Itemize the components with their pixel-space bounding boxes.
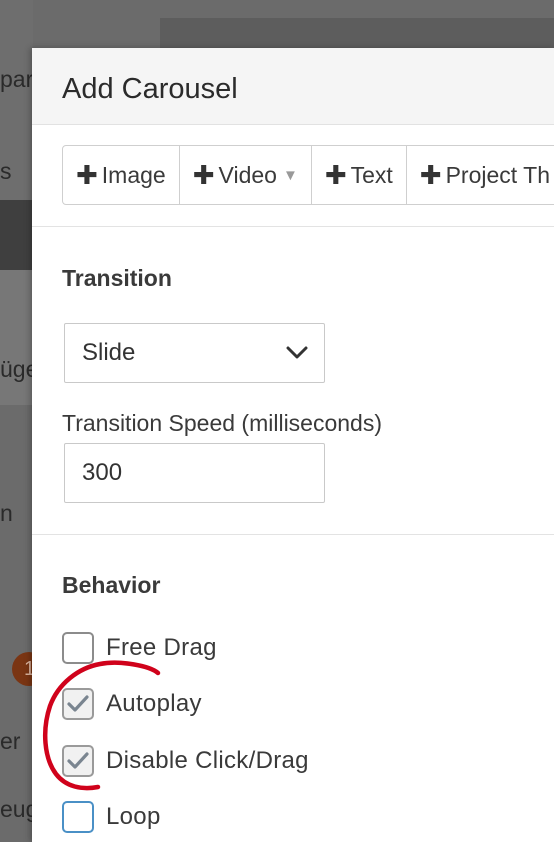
add-text-button[interactable]: ✚ Text [312, 146, 407, 204]
add-image-label: Image [101, 161, 166, 188]
free-drag-checkbox[interactable] [62, 632, 94, 664]
chevron-down-icon [286, 346, 308, 359]
transition-select[interactable]: Slide [64, 323, 325, 383]
transition-heading: Transition [62, 265, 172, 291]
transition-selected-value: Slide [82, 339, 136, 366]
background-topbar [160, 18, 554, 52]
free-drag-label: Free Drag [106, 634, 217, 661]
transition-speed-label: Transition Speed (milliseconds) [62, 410, 383, 436]
add-project-button[interactable]: ✚ Project Th [407, 146, 554, 204]
loop-option[interactable]: Loop [62, 801, 161, 833]
loop-checkbox[interactable] [62, 801, 94, 833]
background-text: n [0, 500, 13, 526]
plus-icon: ✚ [76, 159, 98, 190]
transition-speed-input[interactable]: 300 [64, 443, 325, 503]
add-project-label: Project Th [445, 161, 550, 188]
disable-click-drag-checkbox[interactable] [62, 745, 94, 777]
plus-icon: ✚ [324, 159, 347, 190]
background-text: er [0, 728, 21, 754]
disable-click-drag-option[interactable]: Disable Click/Drag [62, 745, 309, 777]
disable-click-drag-label: Disable Click/Drag [106, 747, 309, 774]
add-text-label: Text [350, 161, 393, 188]
add-video-button[interactable]: ✚ Video ▼ [180, 146, 312, 204]
modal-title: Add Carousel [62, 73, 238, 105]
background-text: s [0, 158, 12, 184]
loop-label: Loop [106, 803, 161, 830]
add-video-label: Video [218, 161, 277, 188]
section-divider [32, 226, 554, 227]
plus-icon: ✚ [419, 159, 442, 190]
checkmark-icon [67, 695, 89, 712]
background-text: üge [0, 356, 33, 382]
background-text: eug [0, 796, 33, 822]
behavior-heading: Behavior [62, 572, 161, 598]
background-panel-active [0, 200, 33, 270]
caret-down-icon[interactable]: ▼ [283, 167, 298, 184]
autoplay-checkbox[interactable] [62, 688, 94, 720]
free-drag-option[interactable]: Free Drag [62, 632, 217, 664]
background-text: par [0, 66, 33, 92]
background-panel [0, 270, 33, 405]
add-item-toolbar: ✚ Image ✚ Video ▼ ✚ Text ✚ Project Th [62, 145, 554, 205]
plus-icon: ✚ [192, 159, 215, 190]
autoplay-option[interactable]: Autoplay [62, 688, 202, 720]
add-carousel-modal: Add Carousel ✚ Image ✚ Video ▼ ✚ Text ✚ … [32, 48, 554, 842]
autoplay-label: Autoplay [106, 690, 202, 717]
checkmark-icon [67, 752, 89, 769]
section-divider [32, 534, 554, 535]
add-image-button[interactable]: ✚ Image [63, 146, 180, 204]
